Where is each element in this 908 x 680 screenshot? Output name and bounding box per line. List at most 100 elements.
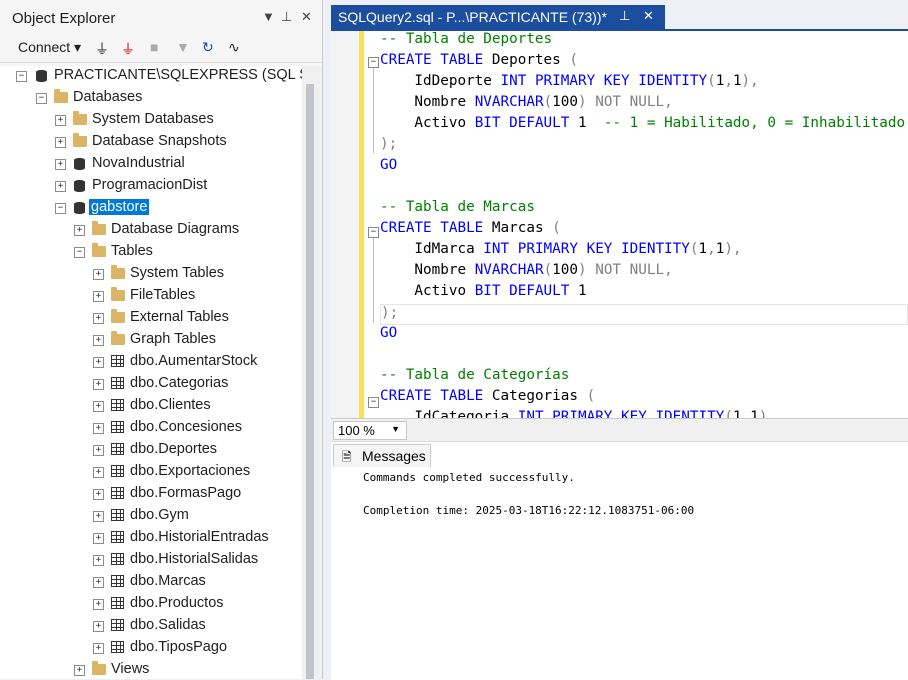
expand-icon[interactable]: + xyxy=(93,533,104,544)
collapse-icon[interactable]: − xyxy=(16,71,27,82)
expand-icon[interactable]: + xyxy=(93,621,104,632)
connect-label: Connect xyxy=(18,39,71,55)
expand-icon[interactable]: + xyxy=(74,665,85,676)
outline-line xyxy=(373,68,374,153)
expand-icon[interactable]: + xyxy=(93,599,104,610)
expand-icon[interactable]: + xyxy=(93,489,104,500)
zoom-bar: 100 % ▼ xyxy=(331,418,908,441)
collapse-icon[interactable]: − xyxy=(74,247,85,258)
table-icon xyxy=(111,487,124,499)
table-icon xyxy=(111,509,124,521)
tree-scrollbar-thumb[interactable] xyxy=(306,84,314,679)
zoom-select[interactable]: 100 % ▼ xyxy=(333,421,407,440)
filter-icon[interactable]: ▼ xyxy=(176,39,190,55)
code-line: GO xyxy=(380,325,398,341)
tab-title: SQLQuery2.sql - P...\PRACTICANTE (73))* xyxy=(338,9,607,25)
tree-node-label: dbo.Clientes xyxy=(130,397,211,413)
connect-plug-icon[interactable]: ⏚ xyxy=(95,39,109,59)
code-line: IdDeporte INT PRIMARY KEY IDENTITY(1,1), xyxy=(380,73,759,89)
activity-monitor-icon[interactable]: ∿ xyxy=(228,39,240,56)
expand-icon[interactable]: + xyxy=(93,511,104,522)
collapse-icon[interactable]: − xyxy=(368,57,379,68)
table-icon xyxy=(111,421,124,433)
chevron-down-icon[interactable]: ▼ xyxy=(391,424,400,434)
expand-icon[interactable]: + xyxy=(93,291,104,302)
outline-line xyxy=(373,238,374,323)
disconnect-icon[interactable]: ⏚ xyxy=(121,39,135,59)
collapse-icon[interactable]: − xyxy=(36,93,47,104)
tree-node-label: dbo.Concesiones xyxy=(130,419,243,435)
zoom-value: 100 % xyxy=(338,423,375,438)
expand-icon[interactable]: + xyxy=(93,357,104,368)
tree-node-label: External Tables xyxy=(130,309,229,325)
table-icon xyxy=(111,619,124,631)
pin-icon[interactable]: ⊥ xyxy=(281,9,292,25)
expand-icon[interactable]: + xyxy=(93,423,104,434)
folder-icon xyxy=(111,287,125,301)
messages-tab-label: Messages xyxy=(362,448,426,464)
tab-sqlquery2[interactable]: SQLQuery2.sql - P...\PRACTICANTE (73))* … xyxy=(331,5,665,29)
expand-icon[interactable]: + xyxy=(93,555,104,566)
code-editor[interactable]: − − − -- Tabla de Deportes CREATE TABLE … xyxy=(331,31,908,418)
collapse-icon[interactable]: − xyxy=(368,227,379,238)
table-icon xyxy=(111,597,124,609)
code-line: CREATE TABLE Marcas ( xyxy=(380,220,561,236)
expand-icon[interactable]: + xyxy=(74,225,85,236)
expand-icon[interactable]: + xyxy=(93,445,104,456)
tree-node-label: dbo.TiposPago xyxy=(130,639,228,655)
close-icon[interactable]: ✕ xyxy=(643,8,654,24)
tree-node-label: dbo.Salidas xyxy=(130,617,206,633)
object-explorer-title: Object Explorer xyxy=(12,10,116,27)
tree-node-label: dbo.HistorialEntradas xyxy=(130,529,269,545)
expand-icon[interactable]: + xyxy=(55,181,66,192)
collapse-icon[interactable]: − xyxy=(55,203,66,214)
database-icon xyxy=(74,156,85,171)
code-line: Activo BIT DEFAULT 1 -- 1 = Habilitado, … xyxy=(380,115,906,131)
connect-button[interactable]: Connect ▾ xyxy=(18,39,81,56)
tree-node-label: dbo.Exportaciones xyxy=(130,463,251,479)
table-icon xyxy=(111,399,124,411)
tree-node-label: Databases xyxy=(73,89,143,105)
server-icon xyxy=(36,68,47,83)
folder-icon xyxy=(92,243,106,257)
tab-messages[interactable]: 🗎 Messages xyxy=(333,444,431,467)
collapse-icon[interactable]: − xyxy=(368,397,379,408)
message-line: Completion time: 2025-03-18T16:22:12.108… xyxy=(363,504,695,517)
tree-node-label: dbo.AumentarStock xyxy=(130,353,258,369)
folder-icon xyxy=(111,309,125,323)
object-explorer-tree: − PRACTICANTE\SQLEXPRESS (SQL Ser − Data… xyxy=(0,66,302,679)
code-line: Nombre NVARCHAR(100) NOT NULL, xyxy=(380,94,673,110)
tree-node-label: dbo.Marcas xyxy=(130,573,206,589)
expand-icon[interactable]: + xyxy=(93,313,104,324)
code-line-current: ); xyxy=(380,304,908,325)
code-line: -- Tabla de Marcas xyxy=(380,199,535,215)
code-line: IdCategoria INT PRIMARY KEY IDENTITY(1,1… xyxy=(380,409,776,418)
table-icon xyxy=(111,465,124,477)
expand-icon[interactable]: + xyxy=(55,159,66,170)
expand-icon[interactable]: + xyxy=(93,269,104,280)
expand-icon[interactable]: + xyxy=(93,577,104,588)
tree-node-label: dbo.FormasPago xyxy=(130,485,242,501)
code-line: IdMarca INT PRIMARY KEY IDENTITY(1,1), xyxy=(380,241,742,257)
stop-icon[interactable]: ■ xyxy=(150,39,158,55)
database-icon xyxy=(74,200,85,215)
expand-icon[interactable]: + xyxy=(93,643,104,654)
expand-icon[interactable]: + xyxy=(55,137,66,148)
expand-icon[interactable]: + xyxy=(93,335,104,346)
folder-icon xyxy=(73,111,87,125)
expand-icon[interactable]: + xyxy=(93,467,104,478)
expand-icon[interactable]: + xyxy=(55,115,66,126)
dropdown-icon[interactable]: ▼ xyxy=(262,9,275,24)
pin-icon[interactable]: ⊥ xyxy=(619,8,630,24)
tree-node-label: Tables xyxy=(111,243,153,259)
tree-node-label: dbo.Productos xyxy=(130,595,224,611)
tree-node-label: dbo.Categorias xyxy=(130,375,229,391)
tree-node-label: ProgramacionDist xyxy=(92,177,208,193)
table-icon xyxy=(111,377,124,389)
refresh-icon[interactable]: ↻ xyxy=(202,39,214,56)
tree-node-label: Database Diagrams xyxy=(111,221,240,237)
folder-icon xyxy=(111,265,125,279)
expand-icon[interactable]: + xyxy=(93,401,104,412)
close-icon[interactable]: ✕ xyxy=(301,9,312,25)
expand-icon[interactable]: + xyxy=(93,379,104,390)
